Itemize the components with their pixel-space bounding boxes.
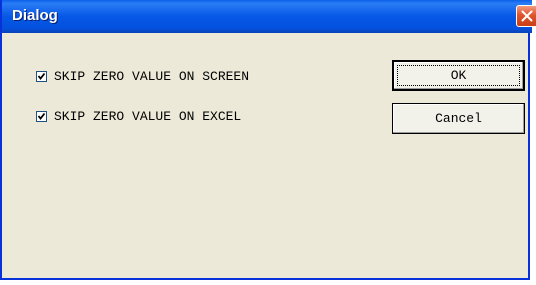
close-icon [521, 10, 533, 22]
cancel-button[interactable]: Cancel [392, 103, 525, 134]
focus-rectangle [397, 65, 520, 86]
skip-zero-excel-label: SKIP ZERO VALUE ON EXCEL [54, 108, 242, 124]
skip-zero-screen-label: SKIP ZERO VALUE ON SCREEN [54, 68, 250, 84]
dialog-window: Dialog SKIP ZERO VALUE ON SCREEN SKIP ZE… [0, 0, 536, 280]
skip-zero-excel-option[interactable]: SKIP ZERO VALUE ON EXCEL [36, 108, 241, 124]
checkmark-icon [37, 112, 46, 120]
window-title: Dialog [12, 7, 58, 24]
skip-zero-screen-checkbox[interactable] [36, 70, 47, 82]
close-button[interactable] [516, 5, 536, 27]
skip-zero-excel-checkbox[interactable] [36, 110, 47, 122]
dialog-body: SKIP ZERO VALUE ON SCREEN SKIP ZERO VALU… [2, 33, 528, 278]
cancel-button-label: Cancel [435, 111, 482, 126]
ok-button[interactable]: OK [392, 60, 525, 91]
checkmark-icon [37, 72, 46, 80]
skip-zero-screen-option[interactable]: SKIP ZERO VALUE ON SCREEN [36, 68, 249, 84]
title-bar[interactable]: Dialog [2, 0, 536, 33]
